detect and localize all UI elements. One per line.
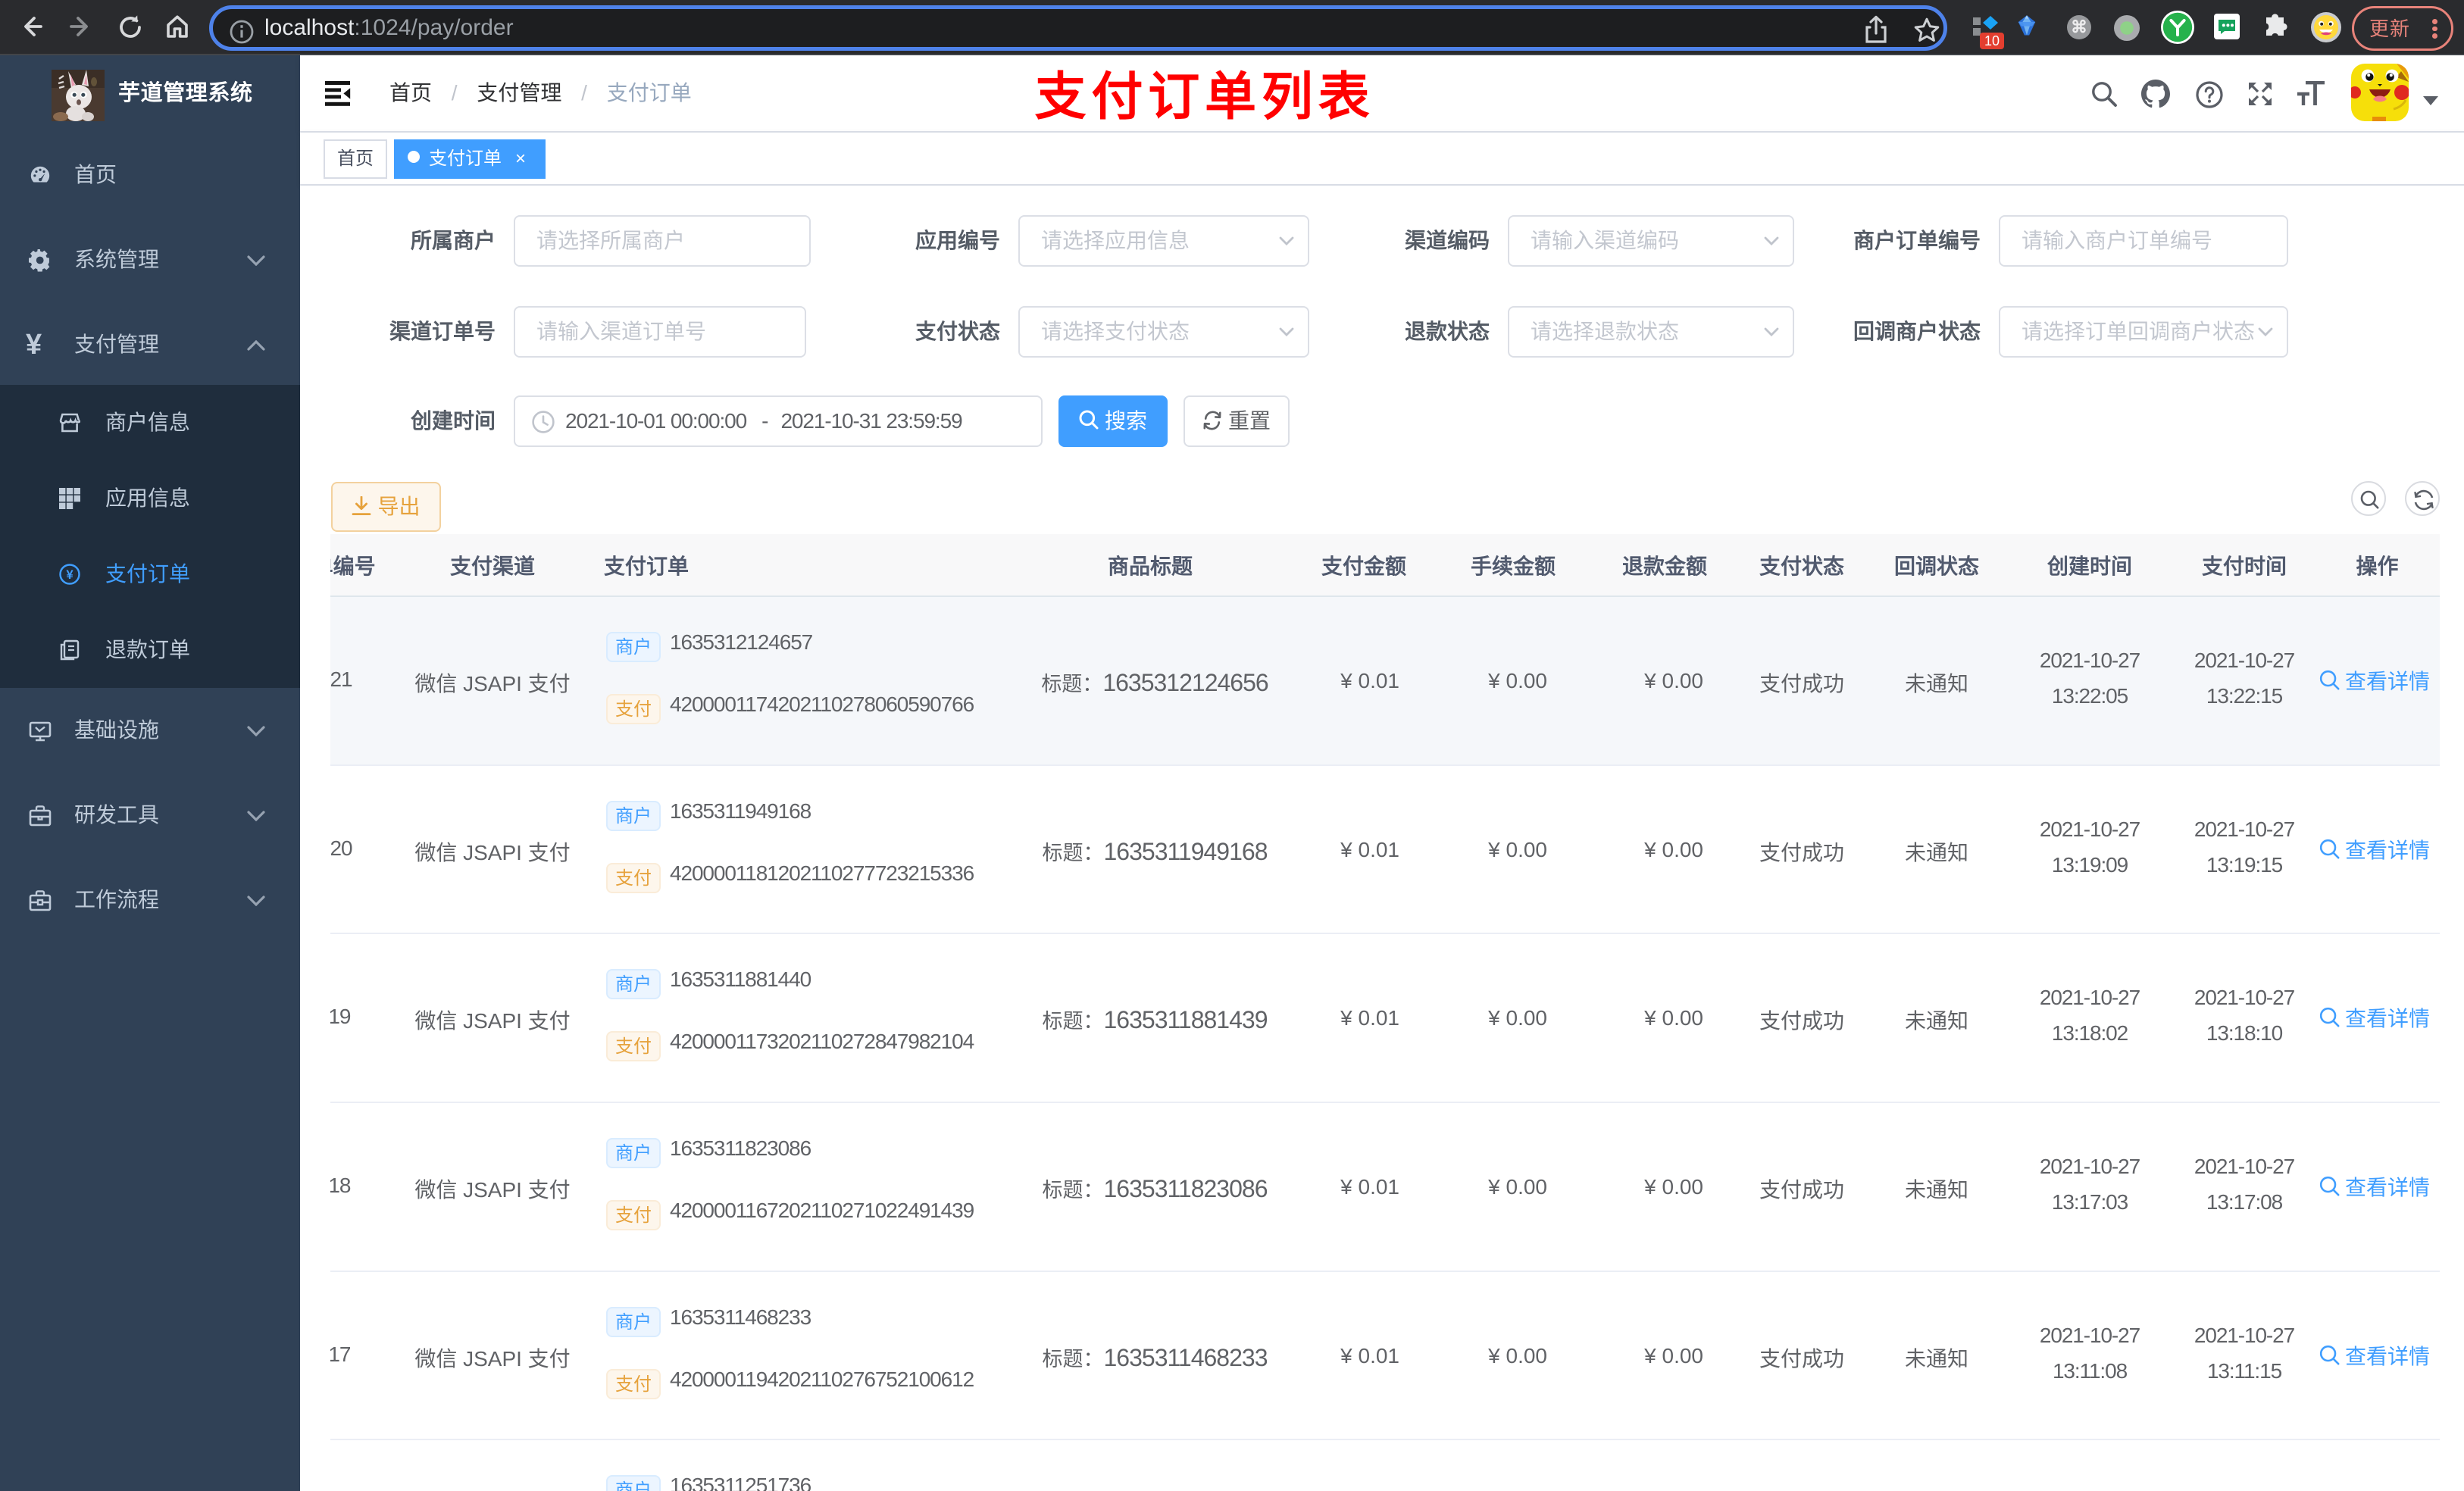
svg-text:¥: ¥ (66, 567, 73, 582)
